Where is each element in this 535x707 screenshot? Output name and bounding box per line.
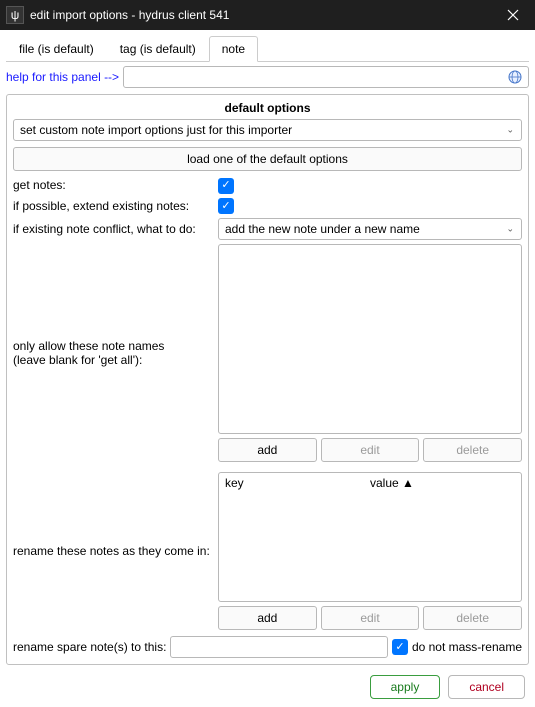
footer-buttons: apply cancel (370, 675, 525, 699)
row-conflict: if existing note conflict, what to do: a… (13, 218, 522, 240)
rename-incoming-label: rename these notes as they come in: (13, 544, 210, 558)
titlebar: ψ edit import options - hydrus client 54… (0, 0, 535, 30)
conflict-select[interactable]: add the new note under a new name (218, 218, 522, 240)
row-rename-spare: rename spare note(s) to this: ✓ do not m… (13, 636, 522, 658)
allow-names-edit-button[interactable]: edit (321, 438, 420, 462)
close-icon[interactable] (491, 0, 535, 30)
load-defaults-button[interactable]: load one of the default options (13, 147, 522, 171)
row-allow-names: only allow these note names (leave blank… (13, 244, 522, 462)
tab-file[interactable]: file (is default) (6, 36, 107, 61)
default-options-fieldset: default options set custom note import o… (6, 94, 529, 665)
fieldset-title: default options (13, 101, 522, 115)
mode-select-wrap: set custom note import options just for … (13, 119, 522, 141)
conflict-label: if existing note conflict, what to do: (13, 222, 196, 236)
allow-names-delete-button[interactable]: delete (423, 438, 522, 462)
cancel-button[interactable]: cancel (448, 675, 525, 699)
row-get-notes: get notes: ✓ (13, 177, 522, 194)
rename-spare-input[interactable] (170, 636, 388, 658)
rename-incoming-add-button[interactable]: add (218, 606, 317, 630)
tab-tag[interactable]: tag (is default) (107, 36, 209, 61)
rename-incoming-delete-button[interactable]: delete (423, 606, 522, 630)
kv-header-key[interactable]: key (225, 476, 370, 490)
mode-select[interactable]: set custom note import options just for … (13, 119, 522, 141)
help-row: help for this panel --> (6, 66, 529, 88)
get-notes-label: get notes: (13, 178, 66, 192)
extend-existing-label: if possible, extend existing notes: (13, 199, 189, 213)
nomass-rename-label: do not mass-rename (412, 640, 522, 654)
conflict-select-value: add the new note under a new name (225, 222, 420, 236)
mode-select-value: set custom note import options just for … (20, 123, 292, 137)
allow-names-label-1: only allow these note names (13, 339, 218, 353)
app-icon: ψ (6, 6, 24, 24)
tabs: file (is default) tag (is default) note (6, 36, 529, 62)
allow-names-add-button[interactable]: add (218, 438, 317, 462)
allow-names-listbox[interactable] (218, 244, 522, 434)
kv-header-value[interactable]: value ▲ (370, 476, 515, 490)
row-rename-incoming: rename these notes as they come in: key … (13, 472, 522, 630)
row-extend-existing: if possible, extend existing notes: ✓ (13, 198, 522, 215)
nomass-rename-checkbox[interactable]: ✓ (392, 639, 408, 655)
help-search-box[interactable] (123, 66, 529, 88)
tab-note[interactable]: note (209, 36, 258, 62)
extend-existing-checkbox[interactable]: ✓ (218, 198, 234, 214)
help-globe-icon (508, 70, 522, 84)
get-notes-checkbox[interactable]: ✓ (218, 178, 234, 194)
rename-incoming-table[interactable]: key value ▲ (218, 472, 522, 602)
help-link[interactable]: help for this panel --> (6, 70, 119, 84)
window-title: edit import options - hydrus client 541 (30, 8, 491, 22)
apply-button[interactable]: apply (370, 675, 441, 699)
rename-incoming-edit-button[interactable]: edit (321, 606, 420, 630)
allow-names-label-2: (leave blank for 'get all'): (13, 353, 218, 367)
rename-spare-label: rename spare note(s) to this: (13, 640, 166, 654)
